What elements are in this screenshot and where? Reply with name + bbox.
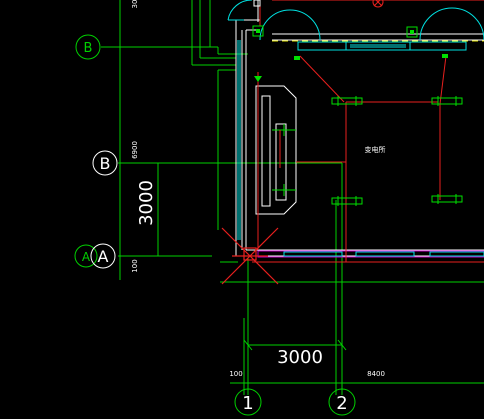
dimension-vertical-top: 30 bbox=[131, 0, 139, 8]
grid-bubble-2: 2 bbox=[328, 388, 356, 416]
axis-lines bbox=[101, 0, 484, 395]
grid-bubble-a-right: A bbox=[90, 243, 116, 269]
room-label: 变电所 bbox=[365, 145, 386, 154]
building-walls bbox=[235, 0, 484, 257]
top-window-strip bbox=[297, 41, 467, 51]
dimension-horizontal-3000: 3000 bbox=[277, 347, 323, 368]
grid-bubble-b-lower: B bbox=[92, 150, 118, 176]
grid-label-a-left: A bbox=[82, 250, 91, 264]
pipe-lines bbox=[252, 0, 484, 263]
grid-label-1: 1 bbox=[242, 393, 253, 414]
dimension-vertical-3000: 3000 bbox=[136, 180, 157, 226]
grid-label-a-right: A bbox=[98, 247, 109, 266]
switchgear-cabinet bbox=[255, 85, 297, 215]
grid-label-b-lower: B bbox=[100, 154, 111, 173]
dimension-vertical-6900: 6900 bbox=[131, 141, 139, 159]
dimension-horizontal-100: 100 bbox=[229, 370, 242, 378]
grid-label-2: 2 bbox=[336, 393, 347, 414]
light-fixtures bbox=[331, 96, 463, 206]
circle-x-icon bbox=[372, 0, 384, 8]
dimension-horizontal-8400: 8400 bbox=[367, 370, 385, 378]
grid-bubble-b-upper: B bbox=[75, 34, 101, 60]
cad-drawing: B B A A 1 2 3000 6900 100 30 3000 100 84… bbox=[74, 0, 484, 416]
grid-bubble-1: 1 bbox=[234, 388, 262, 416]
grid-label-b-upper: B bbox=[84, 41, 93, 56]
dimension-vertical-100: 100 bbox=[131, 259, 139, 272]
bottom-window-strip bbox=[257, 250, 484, 258]
left-window-column bbox=[237, 40, 241, 240]
